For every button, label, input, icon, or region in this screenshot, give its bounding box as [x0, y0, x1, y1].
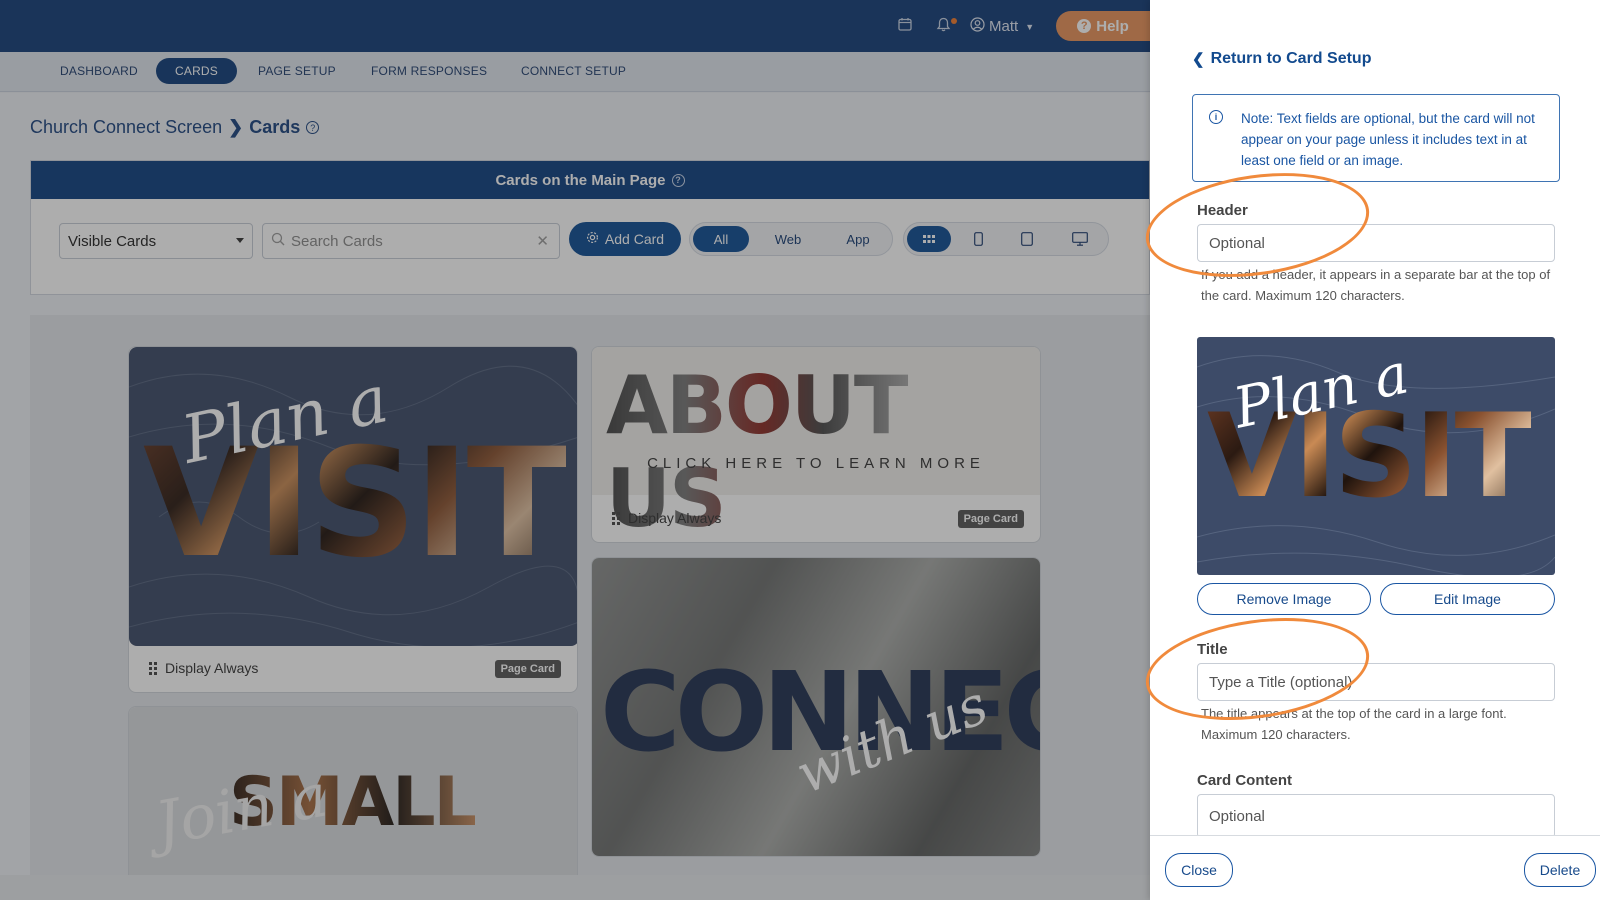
platform-filter: All Web App: [689, 222, 893, 256]
tab-page-setup[interactable]: PAGE SETUP: [239, 58, 355, 84]
card-content-input[interactable]: [1197, 794, 1555, 838]
tab-connect-setup[interactable]: CONNECT SETUP: [502, 58, 645, 84]
user-name: Matt: [989, 18, 1019, 35]
info-icon: i: [1209, 110, 1223, 124]
title-helper-text: The title appears at the top of the card…: [1201, 706, 1507, 742]
header-helper-text: If you add a header, it appears in a sep…: [1201, 267, 1551, 303]
help-button[interactable]: ? Help: [1056, 11, 1150, 41]
edit-image-button[interactable]: Edit Image: [1380, 583, 1555, 615]
card-image-preview: VISIT Plan a: [1197, 337, 1555, 575]
phone-icon[interactable]: [956, 226, 1000, 252]
cards-grid: VISIT Plan a Display Always Page Card AB…: [30, 315, 1150, 875]
chevron-down-icon: ▼: [1025, 21, 1035, 32]
clear-icon[interactable]: ✕: [536, 232, 549, 250]
drawer-footer: Close Delete: [1150, 835, 1600, 900]
visibility-select[interactable]: Visible Cards: [59, 223, 253, 259]
card-plan-a-visit[interactable]: VISIT Plan a Display Always Page Card: [128, 346, 578, 693]
return-label: Return to Card Setup: [1210, 50, 1372, 67]
note-text: Note: Text fields are optional, but the …: [1241, 111, 1535, 168]
title-label: Title: [1197, 641, 1228, 658]
cards-panel-header: Cards on the Main Page ?: [31, 161, 1149, 199]
remove-image-button[interactable]: Remove Image: [1197, 583, 1371, 615]
card-footer: Display Always Page Card: [592, 494, 1040, 542]
page-card-badge: Page Card: [957, 510, 1024, 528]
tab-form-responses[interactable]: FORM RESPONSES: [352, 58, 506, 84]
card-edit-drawer: ❮ Return to Card Setup i Note: Text fiel…: [1139, 0, 1600, 900]
notification-dot: [951, 18, 957, 24]
return-to-card-setup-link[interactable]: ❮ Return to Card Setup: [1192, 50, 1371, 68]
question-circle-icon: ?: [1077, 19, 1092, 33]
search-placeholder: Search Cards: [291, 232, 383, 250]
filter-app[interactable]: App: [830, 226, 886, 252]
card-image: VISIT Plan a: [129, 347, 577, 646]
calendar-icon[interactable]: [895, 17, 915, 37]
desktop-icon[interactable]: [1058, 226, 1102, 252]
add-card-label: Add Card: [604, 231, 665, 247]
tablet-icon[interactable]: [1005, 226, 1049, 252]
main-nav: DASHBOARD CARDS PAGE SETUP FORM RESPONSE…: [0, 52, 1150, 92]
view-size-toggle: [903, 222, 1109, 256]
help-label: Help: [1096, 17, 1129, 35]
visibility-select-value: Visible Cards: [68, 232, 157, 250]
page-card-badge: Page Card: [494, 660, 561, 678]
caret-down-icon: [236, 238, 244, 243]
cards-panel: Cards on the Main Page ? Visible Cards S…: [30, 160, 1150, 295]
search-cards-field[interactable]: Search Cards ✕: [262, 223, 560, 259]
card-image: CONNECT with us: [592, 558, 1040, 856]
card-image: ABOUT US CLICK HERE TO LEARN MORE: [592, 347, 1040, 542]
search-icon: [271, 232, 285, 250]
card-display-status: Display Always: [165, 660, 259, 676]
card-art-subtitle: CLICK HERE TO LEARN MORE: [647, 455, 985, 472]
bottom-strip: [0, 875, 1150, 900]
card-footer: Display Always Page Card: [129, 644, 577, 692]
user-menu[interactable]: Matt ▼: [970, 17, 1034, 36]
drag-handle-icon[interactable]: [149, 661, 157, 675]
breadcrumb-parent[interactable]: Church Connect Screen: [30, 117, 222, 138]
user-avatar-icon: [970, 17, 985, 36]
help-circle-icon[interactable]: ?: [306, 121, 320, 134]
top-bar: Matt ▼ ? Help: [0, 0, 1150, 52]
gear-icon: [586, 231, 599, 247]
card-content-label: Card Content: [1197, 772, 1292, 789]
cards-panel-title: Cards on the Main Page: [495, 171, 666, 189]
tab-cards[interactable]: CARDS: [156, 58, 238, 84]
chevron-right-icon: ❯: [228, 117, 244, 137]
delete-button[interactable]: Delete: [1524, 853, 1596, 887]
card-about-us[interactable]: ABOUT US CLICK HERE TO LEARN MORE Displa…: [591, 346, 1041, 543]
drag-handle-icon[interactable]: [612, 511, 620, 525]
card-display-status: Display Always: [628, 510, 722, 526]
card-image: SMALL Join a: [129, 707, 577, 875]
chevron-left-icon: ❮: [1192, 51, 1205, 68]
filter-web[interactable]: Web: [760, 226, 816, 252]
main-content: Church Connect Screen ❯ Cards ? Cards on…: [0, 93, 1150, 875]
title-input[interactable]: [1197, 663, 1555, 701]
card-connect-with-us[interactable]: CONNECT with us: [591, 557, 1041, 857]
breadcrumb: Church Connect Screen ❯ Cards ?: [30, 117, 320, 138]
tab-dashboard[interactable]: DASHBOARD: [41, 58, 157, 84]
filter-all[interactable]: All: [693, 226, 749, 252]
header-label: Header: [1197, 202, 1248, 219]
breadcrumb-current: Cards: [249, 117, 301, 137]
card-art-script: Join a: [150, 760, 333, 860]
close-button[interactable]: Close: [1165, 853, 1233, 887]
grid-view-icon[interactable]: [907, 226, 951, 252]
add-card-button[interactable]: Add Card: [569, 222, 681, 256]
card-join-a-small-group[interactable]: SMALL Join a: [128, 706, 578, 875]
optional-fields-note: i Note: Text fields are optional, but th…: [1192, 94, 1560, 182]
header-input[interactable]: [1197, 224, 1555, 262]
help-circle-icon[interactable]: ?: [671, 173, 685, 187]
bell-icon[interactable]: [933, 17, 953, 37]
